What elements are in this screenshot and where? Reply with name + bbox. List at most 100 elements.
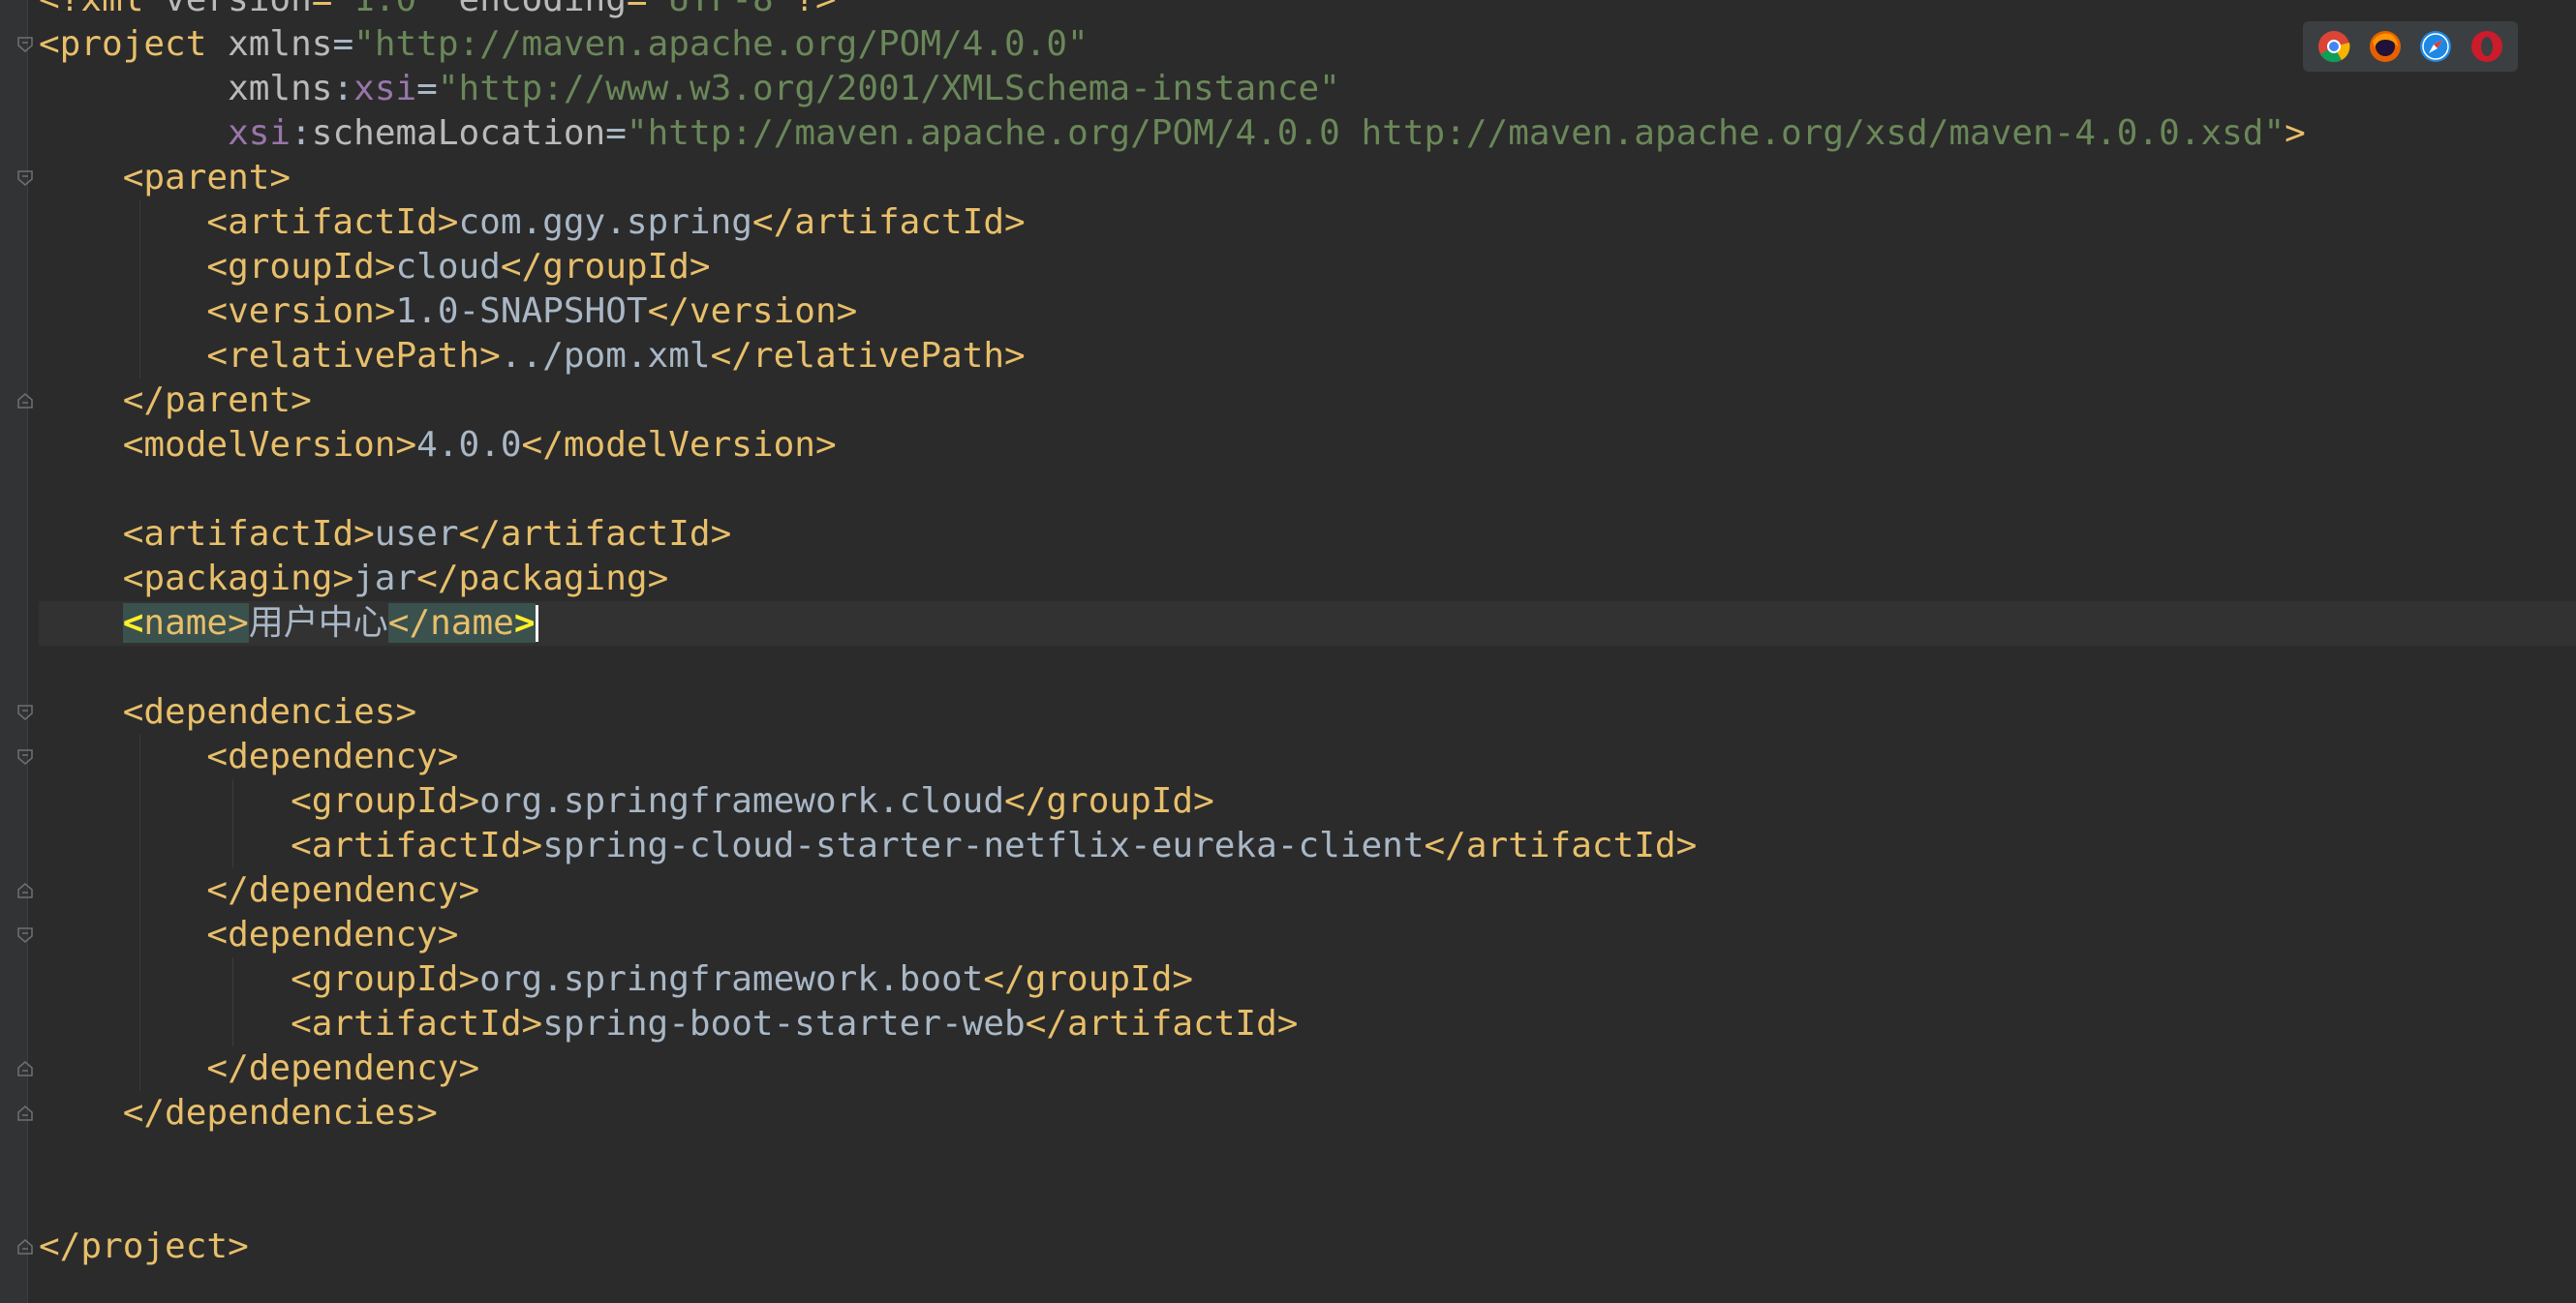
code-line[interactable]: <?xml version="1.0" encoding="UTF-8"?> xyxy=(39,0,2576,22)
code-line[interactable]: <dependencies> xyxy=(39,690,2576,735)
code-token: encoding xyxy=(459,0,627,19)
code-line[interactable]: <dependency> xyxy=(39,735,2576,779)
code-token: " xyxy=(416,0,458,19)
code-token: xsi xyxy=(353,69,417,108)
code-token: "?> xyxy=(774,0,837,19)
code-token: xmlns xyxy=(228,69,333,108)
code-token: <project xyxy=(39,24,229,64)
code-token: </modelVersion> xyxy=(521,425,837,465)
code-token: <groupId> xyxy=(206,247,396,287)
code-token: </relativePath> xyxy=(710,336,1026,376)
code-line[interactable]: </parent> xyxy=(39,379,2576,423)
code-token: "http://www.w3.org/2001/XMLSchema-instan… xyxy=(437,69,1340,108)
code-token: <dependencies> xyxy=(122,692,417,732)
code-line[interactable]: <artifactId>com.ggy.spring</artifactId> xyxy=(39,200,2576,245)
code-token: </artifactId> xyxy=(1025,1004,1299,1044)
code-line[interactable]: <artifactId>spring-cloud-starter-netflix… xyxy=(39,824,2576,868)
fold-collapse-icon[interactable] xyxy=(15,1237,35,1257)
fold-expand-icon[interactable] xyxy=(15,35,35,54)
code-line[interactable]: <dependency> xyxy=(39,913,2576,957)
code-token: "http://maven.apache.org/POM/4.0.0 http:… xyxy=(626,113,2285,153)
fold-expand-icon[interactable] xyxy=(15,747,35,767)
code-token: </artifactId> xyxy=(458,514,732,554)
code-line[interactable]: <project xmlns="http://maven.apache.org/… xyxy=(39,22,2576,67)
indent-guide xyxy=(139,735,140,1091)
code-line[interactable]: xmlns:xsi="http://www.w3.org/2001/XMLSch… xyxy=(39,67,2576,111)
indent-guide xyxy=(232,779,233,868)
code-token: </packaging> xyxy=(416,559,669,598)
code-editor[interactable]: <?xml version="1.0" encoding="UTF-8"?><p… xyxy=(0,0,2576,1303)
code-token: 1.0 xyxy=(353,0,416,19)
code-token: </version> xyxy=(647,291,858,331)
fold-expand-icon[interactable] xyxy=(15,168,35,188)
code-line[interactable]: <modelVersion>4.0.0</modelVersion> xyxy=(39,423,2576,468)
fold-collapse-icon[interactable] xyxy=(15,1104,35,1123)
fold-collapse-icon[interactable] xyxy=(15,391,35,410)
code-line[interactable]: <version>1.0-SNAPSHOT</version> xyxy=(39,289,2576,334)
code-line[interactable]: <artifactId>spring-boot-starter-web</art… xyxy=(39,1002,2576,1046)
indent-guide xyxy=(139,200,140,379)
code-token: </groupId> xyxy=(500,247,711,287)
code-token: </project> xyxy=(39,1227,249,1266)
code-token: =" xyxy=(627,0,668,19)
fold-collapse-icon[interactable] xyxy=(15,881,35,900)
code-token: <version> xyxy=(206,291,396,331)
indent-guide xyxy=(232,957,233,1046)
code-token: com.ggy.spring xyxy=(458,202,752,242)
code-token: 1.0-SNAPSHOT xyxy=(395,291,648,331)
fold-expand-icon[interactable] xyxy=(15,703,35,722)
code-token: </dependency> xyxy=(206,1048,480,1088)
text-caret xyxy=(535,605,538,642)
open-in-browser-bar xyxy=(2303,21,2518,72)
code-line[interactable]: <groupId>org.springframework.boot</group… xyxy=(39,957,2576,1002)
safari-icon[interactable] xyxy=(2419,30,2452,63)
code-line[interactable] xyxy=(39,1180,2576,1225)
code-line[interactable]: <groupId>org.springframework.cloud</grou… xyxy=(39,779,2576,824)
code-line[interactable]: <name>用户中心</name> xyxy=(39,601,2576,646)
code-token: <groupId> xyxy=(291,781,480,821)
code-token: </artifactId> xyxy=(751,202,1026,242)
code-token: name> xyxy=(143,603,249,643)
code-token: <dependency> xyxy=(206,915,459,955)
code-token: <packaging> xyxy=(122,559,354,598)
code-line[interactable]: <parent> xyxy=(39,156,2576,200)
code-token: </groupId> xyxy=(983,959,1194,999)
code-line[interactable]: </dependency> xyxy=(39,868,2576,913)
code-token: <relativePath> xyxy=(206,336,501,376)
code-line[interactable] xyxy=(39,646,2576,690)
code-token: =" xyxy=(312,0,353,19)
code-token: <modelVersion> xyxy=(122,425,417,465)
code-line[interactable]: xsi:schemaLocation="http://maven.apache.… xyxy=(39,111,2576,156)
firefox-icon[interactable] xyxy=(2369,30,2402,63)
code-line[interactable]: <groupId>cloud</groupId> xyxy=(39,245,2576,289)
code-token: : xyxy=(332,69,354,108)
code-token: xmlns xyxy=(228,24,333,64)
fold-collapse-icon[interactable] xyxy=(15,1059,35,1078)
code-token: <artifactId> xyxy=(291,1004,543,1044)
code-line[interactable]: </project> xyxy=(39,1225,2576,1269)
code-token: </name xyxy=(387,603,514,643)
chrome-icon[interactable] xyxy=(2317,30,2350,63)
code-line[interactable]: </dependency> xyxy=(39,1046,2576,1091)
code-line[interactable]: <artifactId>user</artifactId> xyxy=(39,512,2576,557)
code-token: <dependency> xyxy=(206,737,459,776)
code-line[interactable] xyxy=(39,1136,2576,1180)
code-token: xsi xyxy=(228,113,291,153)
code-token: > xyxy=(513,603,536,643)
code-token: <groupId> xyxy=(291,959,480,999)
code-token: </dependencies> xyxy=(122,1093,438,1133)
code-token: schemaLocation xyxy=(311,113,606,153)
fold-expand-icon[interactable] xyxy=(15,925,35,945)
code-token: 4.0.0 xyxy=(416,425,522,465)
code-token: : xyxy=(291,113,312,153)
code-token: spring-cloud-starter-netflix-eureka-clie… xyxy=(542,826,1425,865)
code-token: </artifactId> xyxy=(1424,826,1698,865)
code-line[interactable] xyxy=(39,468,2576,512)
code-line[interactable]: <relativePath>../pom.xml</relativePath> xyxy=(39,334,2576,379)
code-line[interactable]: </dependencies> xyxy=(39,1091,2576,1136)
code-token: "http://maven.apache.org/POM/4.0.0" xyxy=(353,24,1089,64)
code-token: < xyxy=(122,603,144,643)
code-line[interactable]: <packaging>jar</packaging> xyxy=(39,557,2576,601)
opera-icon[interactable] xyxy=(2470,30,2503,63)
code-token: UTF-8 xyxy=(668,0,773,19)
